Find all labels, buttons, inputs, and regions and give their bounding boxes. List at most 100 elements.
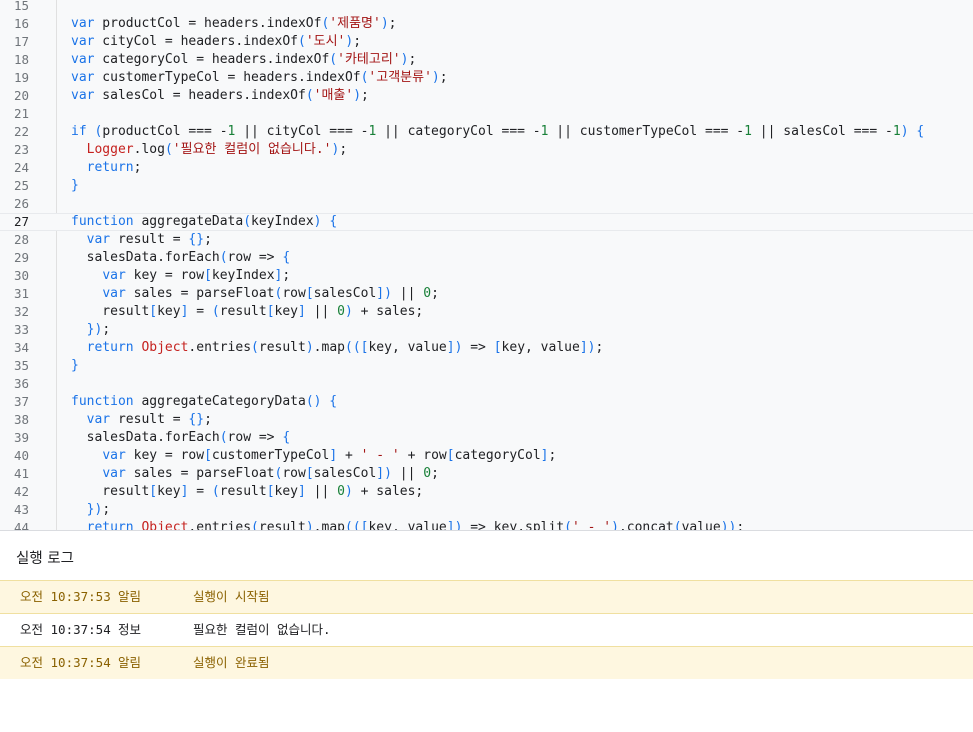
log-level: 알림 (118, 589, 142, 604)
code-line[interactable]: 44 return Object.entries(result).map(([k… (0, 519, 973, 530)
line-number: 44 (13, 520, 29, 530)
code-line[interactable]: 28 var result = {}; (0, 231, 973, 249)
line-number: 17 (13, 34, 29, 49)
line-number: 41 (13, 466, 29, 481)
log-level: 정보 (118, 622, 142, 637)
code-line[interactable]: 27 function aggregateData(keyIndex) { (0, 213, 973, 231)
code-line[interactable]: 32 result[key] = (result[key] || 0) + sa… (0, 303, 973, 321)
code-text: var result = {}; (86, 232, 212, 247)
code-line[interactable]: 36 (0, 375, 973, 393)
line-number: 24 (13, 160, 29, 175)
log-message: 필요한 컬럼이 없습니다. (193, 622, 331, 637)
code-line[interactable]: 23 Logger.log('필요한 컬럼이 없습니다.'); (0, 141, 973, 159)
log-entry: 오전 10:37:54 정보 필요한 컬럼이 없습니다. (0, 613, 973, 646)
code-line[interactable]: 25} (0, 177, 973, 195)
code-text: if (productCol === -1 || cityCol === -1 … (71, 124, 925, 139)
line-number: 39 (13, 430, 29, 445)
code-line[interactable]: 30 var key = row[keyIndex]; (0, 267, 973, 285)
code-text: var sales = parseFloat(row[salesCol]) ||… (102, 466, 439, 481)
log-entry: 오전 10:37:53 알림 실행이 시작됨 (0, 580, 973, 613)
code-text: var customerTypeCol = headers.indexOf('고… (71, 70, 448, 85)
line-number: 38 (13, 412, 29, 427)
line-number: 22 (13, 124, 29, 139)
line-number: 42 (13, 484, 29, 499)
log-time: 오전 10:37:54 (20, 622, 111, 637)
code-text: }); (86, 502, 111, 517)
code-text: var sales = parseFloat(row[salesCol]) ||… (102, 286, 439, 301)
log-time: 오전 10:37:53 (20, 589, 111, 604)
code-line[interactable]: 42 result[key] = (result[key] || 0) + sa… (0, 483, 973, 501)
line-number: 19 (13, 70, 29, 85)
code-line[interactable]: 37 function aggregateCategoryData() { (0, 393, 973, 411)
line-number: 25 (13, 178, 29, 193)
code-text: } (71, 358, 79, 373)
line-number: 29 (13, 250, 29, 265)
line-number: 28 (13, 232, 29, 247)
line-number: 21 (13, 106, 29, 121)
code-line[interactable]: 22 if (productCol === -1 || cityCol === -… (0, 123, 973, 141)
line-number: 40 (13, 448, 29, 463)
line-number: 16 (13, 16, 29, 31)
code-text: salesData.forEach(row => { (71, 430, 291, 445)
code-line[interactable]: 34 return Object.entries(result).map(([k… (0, 339, 973, 357)
log-entry: 오전 10:37:54 알림 실행이 완료됨 (0, 646, 973, 679)
code-line[interactable]: 26 (0, 195, 973, 213)
code-text: var key = row[customerTypeCol] + ' - ' +… (102, 448, 557, 463)
line-number: 36 (13, 376, 29, 391)
code-text: var cityCol = headers.indexOf('도시'); (71, 34, 362, 49)
log-message: 실행이 완료됨 (193, 655, 270, 670)
code-line[interactable]: 29 salesData.forEach(row => { (0, 249, 973, 267)
log-message: 실행이 시작됨 (193, 589, 270, 604)
line-number: 32 (13, 304, 29, 319)
code-text: var productCol = headers.indexOf('제품명'); (71, 16, 397, 31)
log-level: 알림 (118, 655, 142, 670)
line-number: 23 (13, 142, 29, 157)
code-text: result[key] = (result[key] || 0) + sales… (71, 304, 424, 319)
line-number: 26 (13, 196, 29, 211)
execution-log-panel: 실행 로그 오전 10:37:53 알림 실행이 시작됨오전 10:37:54 정보 필… (0, 530, 973, 732)
line-number: 31 (13, 286, 29, 301)
code-text: var key = row[keyIndex]; (102, 268, 291, 283)
line-number: 34 (13, 340, 29, 355)
line-number: 30 (13, 268, 29, 283)
code-line[interactable]: 20 var salesCol = headers.indexOf('매출'); (0, 87, 973, 105)
code-line[interactable]: 17 var cityCol = headers.indexOf('도시'); (0, 33, 973, 51)
code-line[interactable]: 24 return; (0, 159, 973, 177)
code-editor[interactable]: 15 16 var productCol = headers.indexOf('제품… (0, 0, 973, 530)
code-text: }); (86, 322, 111, 337)
code-line[interactable]: 31 var sales = parseFloat(row[salesCol])… (0, 285, 973, 303)
code-line[interactable]: 16 var productCol = headers.indexOf('제품명'… (0, 15, 973, 33)
code-line[interactable]: 15 (0, 0, 973, 15)
line-number: 20 (13, 88, 29, 103)
log-time: 오전 10:37:54 (20, 655, 111, 670)
line-number: 27 (13, 214, 29, 229)
line-number: 15 (13, 0, 29, 13)
code-text: } (71, 178, 79, 193)
code-line[interactable]: 41 var sales = parseFloat(row[salesCol])… (0, 465, 973, 483)
code-line[interactable]: 43 }); (0, 501, 973, 519)
code-text: function aggregateData(keyIndex) { (71, 214, 338, 229)
code-line[interactable]: 39 salesData.forEach(row => { (0, 429, 973, 447)
code-line[interactable]: 40 var key = row[customerTypeCol] + ' - … (0, 447, 973, 465)
code-text: return Object.entries(result).map(([key,… (86, 340, 604, 355)
line-number: 33 (13, 322, 29, 337)
line-number: 35 (13, 358, 29, 373)
code-line[interactable]: 19 var customerTypeCol = headers.indexOf(… (0, 69, 973, 87)
code-line[interactable]: 38 var result = {}; (0, 411, 973, 429)
code-line[interactable]: 18 var categoryCol = headers.indexOf('카테고… (0, 51, 973, 69)
code-text: function aggregateCategoryData() { (71, 394, 338, 409)
code-text: salesData.forEach(row => { (71, 250, 291, 265)
code-text: result[key] = (result[key] || 0) + sales… (71, 484, 424, 499)
code-text: return Object.entries(result).map(([key,… (86, 520, 745, 530)
code-line[interactable]: 33 }); (0, 321, 973, 339)
code-text: return; (86, 160, 142, 175)
line-number: 43 (13, 502, 29, 517)
line-number: 37 (13, 394, 29, 409)
code-text: var salesCol = headers.indexOf('매출'); (71, 88, 369, 103)
code-line[interactable]: 21 (0, 105, 973, 123)
line-number: 18 (13, 52, 29, 67)
code-line[interactable]: 35} (0, 357, 973, 375)
code-text: var result = {}; (86, 412, 212, 427)
log-panel-title: 실행 로그 (16, 551, 74, 567)
code-text: Logger.log('필요한 컬럼이 없습니다.'); (86, 142, 348, 157)
